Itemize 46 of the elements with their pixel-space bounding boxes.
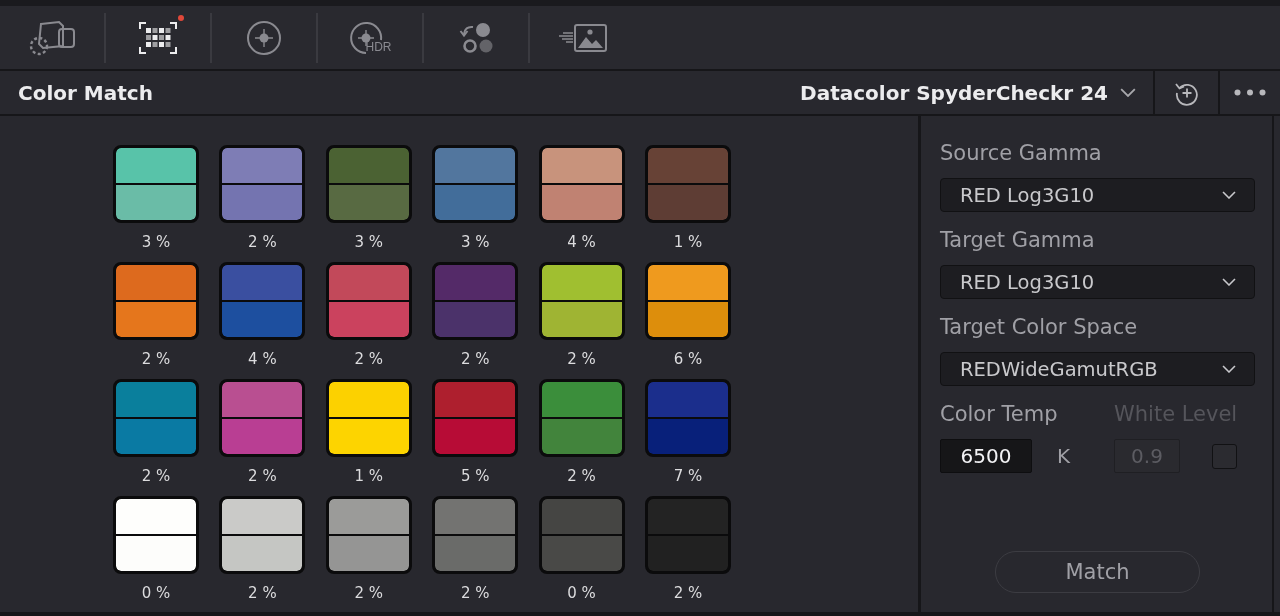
percent-label: 2 % — [141, 350, 171, 368]
percent-label: 1 % — [354, 467, 384, 485]
percent-label: 3 % — [354, 233, 384, 251]
percent-label: 2 % — [354, 584, 384, 602]
dropdown[interactable]: RED Log3G10 — [940, 265, 1255, 299]
field-label: Target Color Space — [940, 315, 1139, 339]
percent-label: 4 % — [567, 233, 596, 251]
chevron-down-icon — [1120, 87, 1136, 98]
percent-label: 0 % — [567, 584, 596, 602]
percent-label: 2 % — [460, 350, 490, 368]
unit-label: K — [1057, 444, 1071, 468]
percent-label: 2 % — [141, 467, 171, 485]
percent-label: 7 % — [673, 467, 703, 485]
more-icon — [1234, 89, 1266, 96]
image-speed-icon — [557, 22, 607, 53]
percent-label: 2 % — [248, 233, 277, 251]
arrow-circles-icon — [458, 21, 494, 54]
field-label: Target Gamma — [940, 228, 1096, 252]
percent-label: 5 % — [460, 467, 490, 485]
field-label: Color Temp — [940, 402, 1059, 426]
percent-label: 3 % — [141, 233, 171, 251]
percent-label: 2 % — [248, 584, 277, 602]
percent-label: 1 % — [673, 233, 703, 251]
percent-label: 0 % — [141, 584, 171, 602]
percent-label: 6 % — [673, 350, 703, 368]
toolbar-button[interactable]: HDR — [344, 14, 396, 61]
chevron-down-icon — [1222, 365, 1236, 373]
percent-label: 2 % — [673, 584, 703, 602]
percent-label: 2 % — [567, 467, 596, 485]
panel-title: Color Match — [18, 80, 153, 105]
field-label: Source Gamma — [940, 141, 1103, 165]
percent-label: 2 % — [567, 350, 596, 368]
chart-dropdown[interactable]: Datacolor SpyderCheckr 24 — [800, 71, 1153, 114]
temperature-field[interactable]: 6500 — [940, 439, 1032, 473]
camera-icon — [29, 19, 75, 56]
percent-label: 2 % — [460, 584, 490, 602]
dropdown[interactable]: RED Log3G10 — [940, 178, 1255, 212]
dropdown[interactable]: REDWideGamutRGB — [940, 352, 1255, 386]
percent-label: 2 % — [248, 467, 277, 485]
swatch-grid-icon — [139, 21, 177, 54]
percent-label: 2 % — [354, 350, 384, 368]
percent-label: 4 % — [248, 350, 277, 368]
chevron-down-icon — [1222, 278, 1236, 286]
chevron-down-icon — [1222, 191, 1236, 199]
crosshair-circle-icon — [246, 19, 282, 56]
percent-label: 3 % — [460, 233, 490, 251]
